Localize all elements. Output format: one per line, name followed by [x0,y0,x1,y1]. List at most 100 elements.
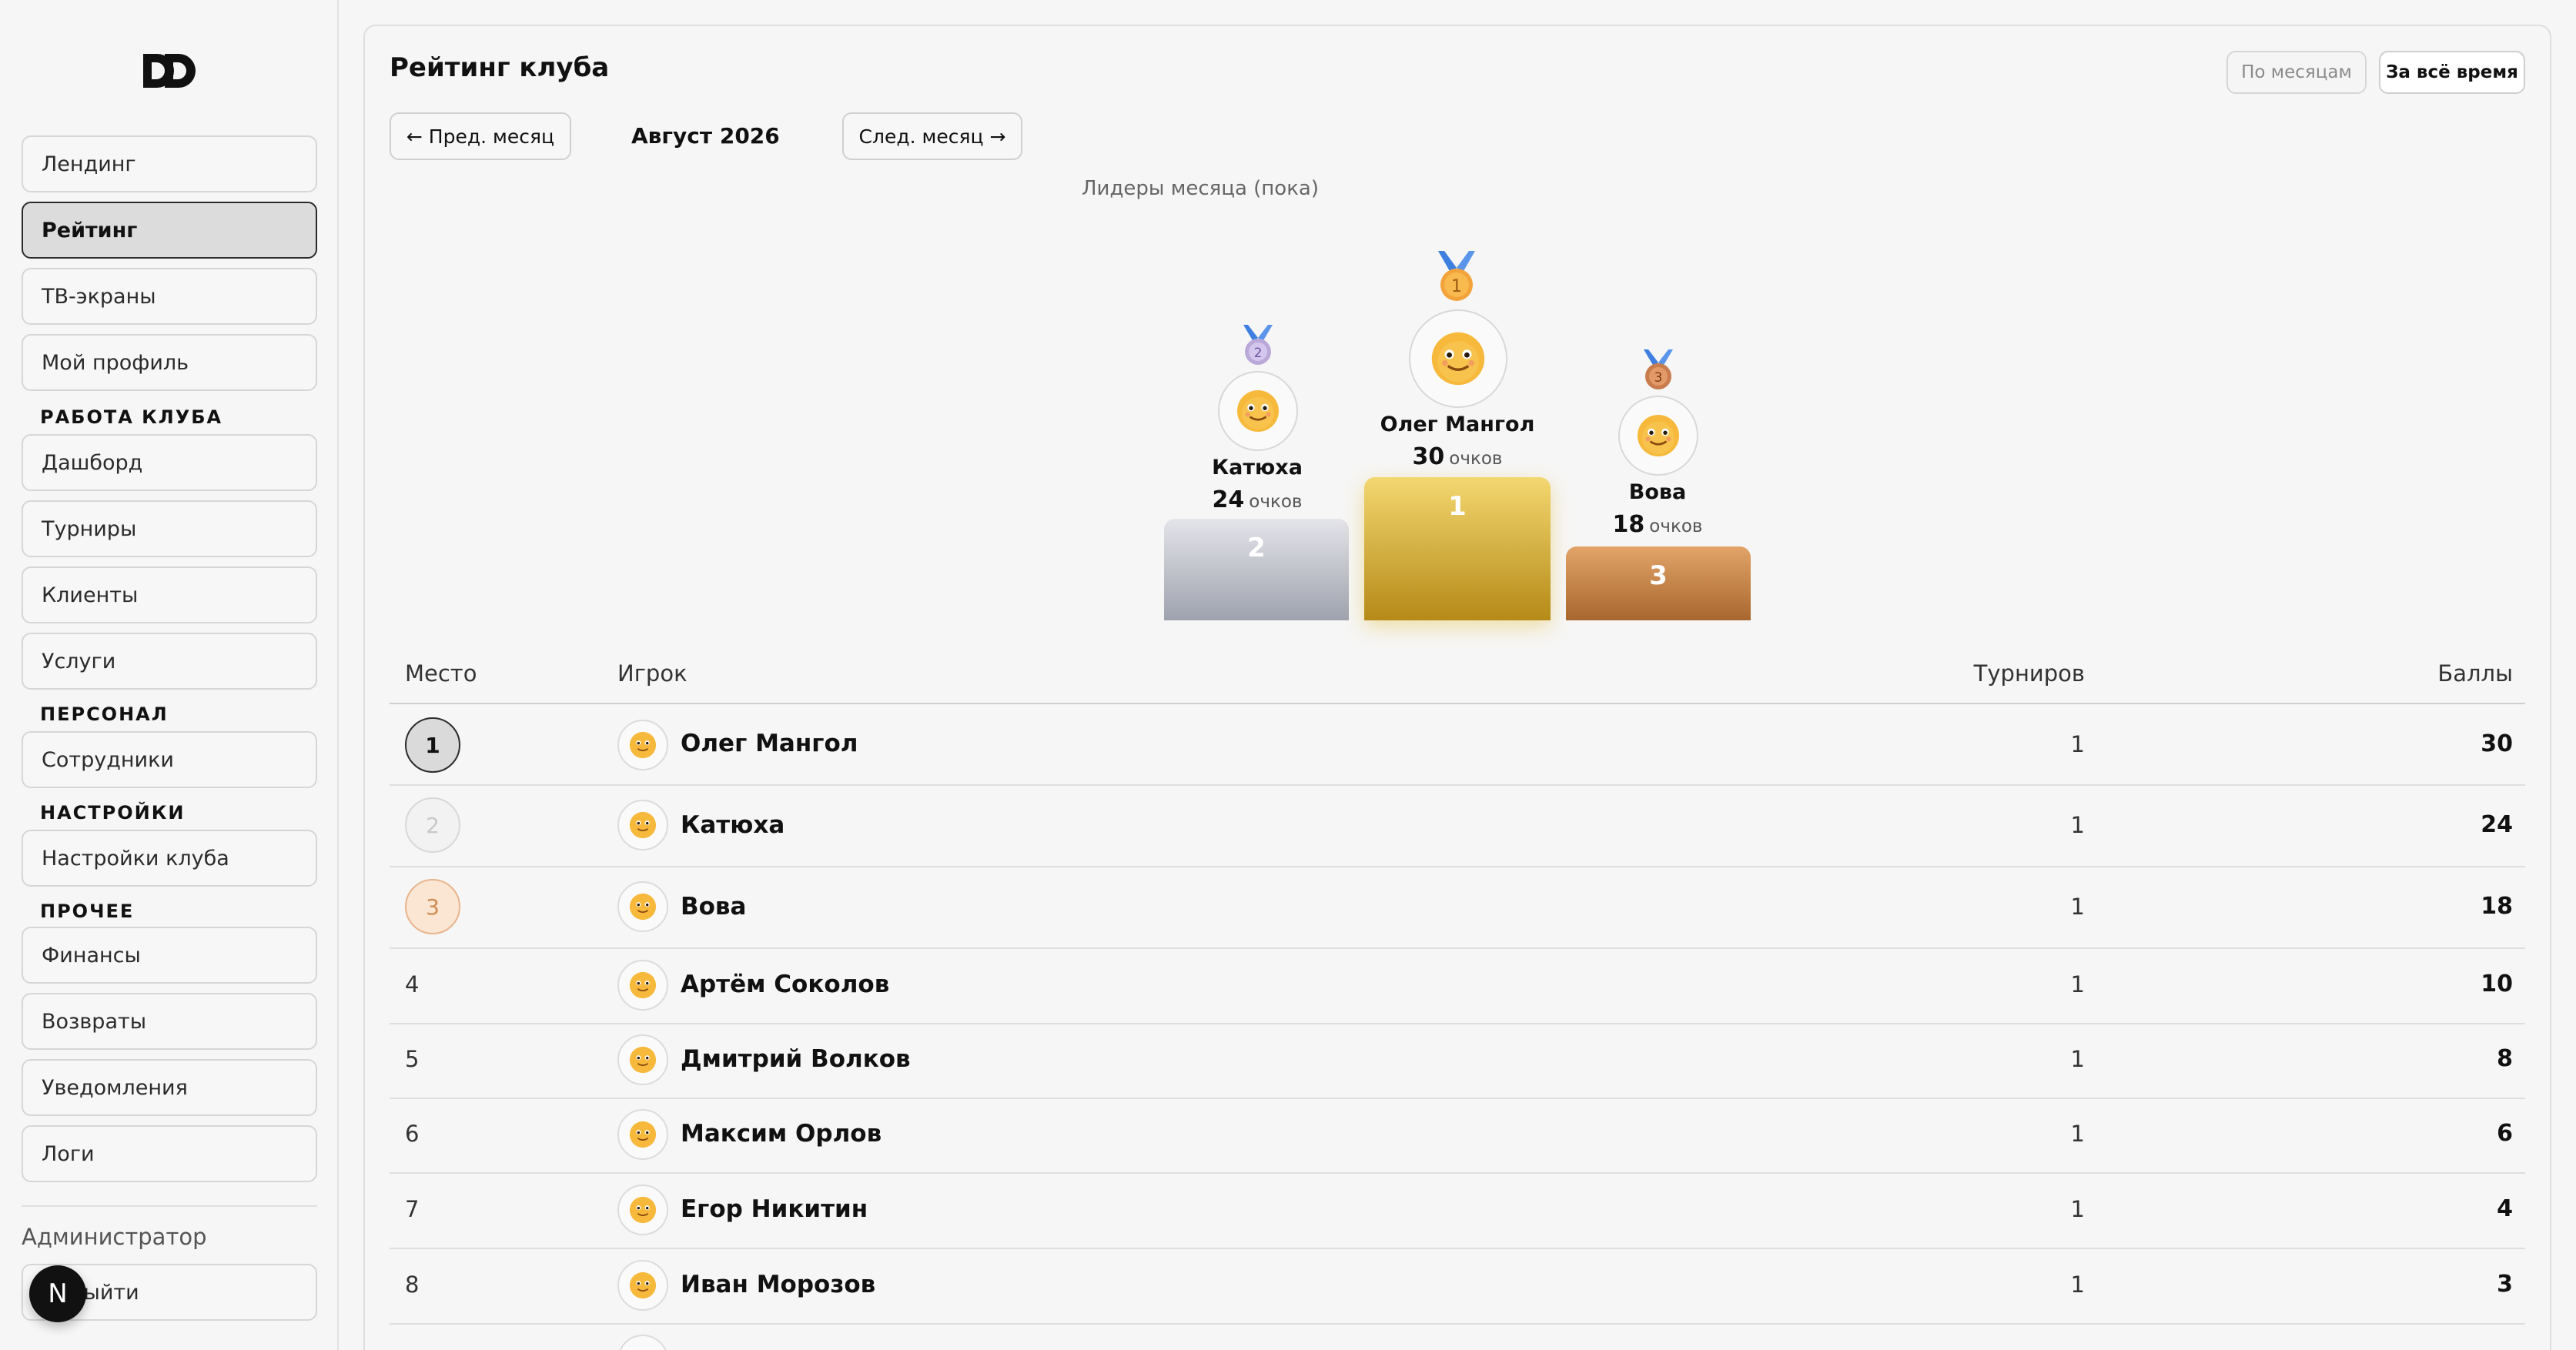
podium-first-score: 30 очков [1413,443,1503,470]
place-badge-bronze: 3 [405,879,460,934]
player-avatar [617,1034,668,1085]
sidebar-item-logs[interactable]: Логи [22,1125,317,1182]
sidebar-item-label: Возвраты [42,1009,147,1034]
player-name[interactable]: Артём Соколов [681,971,889,998]
score-unit: очков [1249,492,1303,512]
smiley-avatar-icon [629,1121,657,1148]
dd-logo[interactable] [143,54,197,88]
sidebar-item-employees[interactable]: Сотрудники [22,731,317,788]
tournaments-count: 1 [2070,1196,2085,1222]
sidebar-item-label: Мой профиль [42,350,189,375]
page-title: Рейтинг клуба [390,52,610,83]
current-month: Август 2026 [631,123,780,149]
sidebar-item-club-settings[interactable]: Настройки клуба [22,830,317,887]
section-staff: ПЕРСОНАЛ [40,703,169,725]
player-name[interactable]: Иван Морозов [681,1271,875,1298]
sidebar-item-my-profile[interactable]: Мой профиль [22,334,317,391]
podium-third-avatar [1618,396,1698,476]
place-number: 8 [405,1271,420,1298]
row-divider [390,784,2525,786]
sidebar-item-label: Настройки клуба [42,846,229,870]
rating-card [363,25,2551,1350]
place-badge-silver: 2 [405,797,460,853]
smiley-avatar-icon [629,1046,657,1074]
podium-second-avatar [1218,371,1298,451]
podium-block-second: 2 [1164,519,1349,620]
silver-medal-icon: 2 [1243,325,1273,365]
section-club-work: РАБОТА КЛУБА [40,406,223,428]
score-value: 24 [1212,486,1245,513]
bronze-medal-icon: 3 [1644,349,1673,389]
header-place: Место [405,660,477,687]
podium-block-first: 1 [1364,477,1551,620]
podium-place-number: 1 [1448,491,1467,522]
tournaments-count: 1 [2070,1046,2085,1072]
tournaments-count: 1 [2070,1121,2085,1147]
smiley-avatar-icon [1638,415,1679,456]
sidebar-item-dashboard[interactable]: Дашборд [22,434,317,491]
sidebar-item-rating[interactable]: Рейтинг [22,202,317,259]
sidebar-item-label: ТВ-экраны [42,284,156,309]
points-value: 8 [2497,1045,2513,1072]
place-number: 5 [405,1046,420,1072]
place-badge-gold: 1 [405,717,460,773]
smiley-avatar-icon [629,811,657,839]
player-name[interactable]: Вова [681,893,746,921]
section-settings: НАСТРОЙКИ [40,802,186,824]
podium-place-number: 2 [1247,533,1266,563]
dd-logo-icon [143,54,196,88]
row-divider [390,947,2525,949]
sidebar-item-label: Клиенты [42,583,139,607]
player-name[interactable]: Катюха [681,811,785,839]
podium-second-score: 24 очков [1213,486,1303,513]
tournaments-count: 1 [2070,1271,2085,1298]
podium-second-name: Катюха [1212,456,1303,480]
sidebar-item-finances[interactable]: Финансы [22,927,317,984]
sidebar: Лендинг Рейтинг ТВ-экраны Мой профиль РА… [0,0,339,1350]
table-header-divider [390,703,2525,704]
points-value: 3 [2497,1271,2513,1298]
toggle-by-month[interactable]: По месяцам [2226,51,2367,94]
row-divider [390,866,2525,867]
tournaments-count: 1 [2070,731,2085,757]
row-divider [390,1172,2525,1174]
sidebar-item-services[interactable]: Услуги [22,633,317,690]
sidebar-item-tournaments[interactable]: Турниры [22,500,317,557]
player-name[interactable]: Олег Мангол [681,730,858,757]
player-avatar [617,1260,668,1311]
player-name[interactable]: Дмитрий Волков [681,1045,911,1073]
section-other: ПРОЧЕЕ [40,901,135,922]
toggle-all-time[interactable]: За всё время [2379,51,2525,94]
sidebar-item-clients[interactable]: Клиенты [22,566,317,623]
points-value: 6 [2497,1120,2513,1147]
player-name[interactable]: Максим Орлов [681,1120,882,1148]
player-avatar [617,1109,668,1160]
points-value: 30 [2481,730,2513,757]
header-points: Баллы [2437,660,2513,687]
podium-block-third: 3 [1566,546,1751,620]
score-unit: очков [1449,449,1503,469]
next-month-button[interactable]: След. месяц → [842,112,1022,160]
place-number: 7 [405,1196,420,1222]
sidebar-item-refunds[interactable]: Возвраты [22,993,317,1050]
prev-month-button[interactable]: ← Пред. месяц [390,112,571,160]
leaders-title-text: Лидеры месяца (пока) [1082,177,1319,200]
tournaments-count: 1 [2070,971,2085,997]
smiley-avatar-icon [1237,390,1279,432]
points-value: 18 [2481,893,2513,920]
player-name[interactable]: Егор Никитин [681,1195,868,1223]
sidebar-item-label: Турниры [42,516,137,541]
sidebar-divider [22,1205,317,1207]
player-avatar [617,1185,668,1235]
row-divider [390,1023,2525,1024]
sidebar-item-tv-screens[interactable]: ТВ-экраны [22,268,317,325]
score-value: 18 [1612,511,1645,538]
player-avatar [617,881,668,932]
user-avatar[interactable]: N [29,1265,86,1322]
svg-text:1: 1 [1451,277,1462,296]
podium-third-name: Вова [1628,480,1687,504]
sidebar-item-notifications[interactable]: Уведомления [22,1059,317,1116]
svg-text:3: 3 [1654,370,1663,386]
header-player: Игрок [617,660,687,687]
tournaments-count: 1 [2070,812,2085,838]
